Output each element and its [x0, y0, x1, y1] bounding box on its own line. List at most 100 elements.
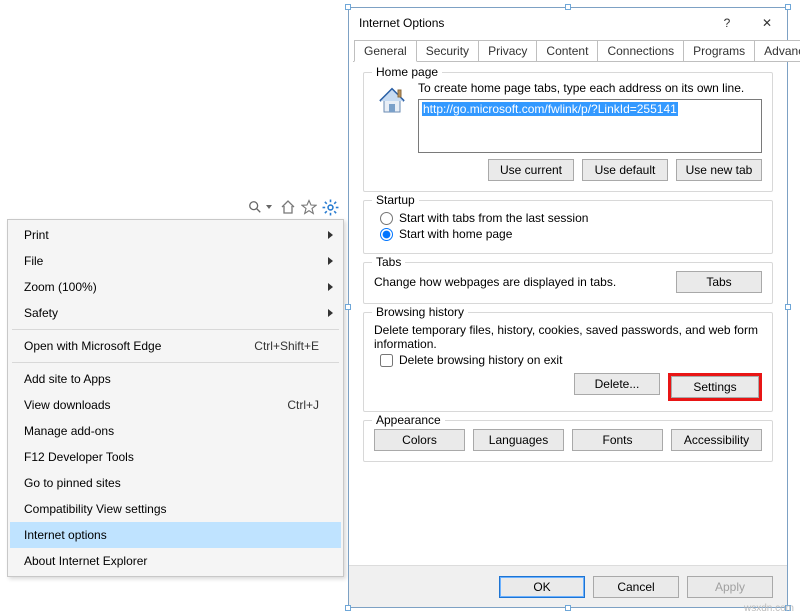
- menu-item-label: Zoom (100%): [24, 280, 319, 294]
- tools-context-menu: Print File Zoom (100%) Safety Open with Micr…: [7, 219, 344, 577]
- delete-on-exit-checkbox[interactable]: Delete browsing history on exit: [374, 353, 762, 367]
- menu-item-label: Safety: [24, 306, 319, 320]
- apply-button[interactable]: Apply: [687, 576, 773, 598]
- tabs-text: Change how webpages are displayed in tab…: [374, 275, 666, 289]
- selection-handle: [345, 605, 351, 611]
- dialog-titlebar: Internet Options ? ✕: [349, 8, 787, 38]
- search-dropdown[interactable]: [242, 195, 276, 219]
- radio-label: Start with home page: [399, 227, 512, 241]
- home-icon[interactable]: [279, 198, 297, 216]
- menu-item[interactable]: Safety: [10, 300, 341, 326]
- checkbox-input[interactable]: [380, 354, 393, 367]
- menu-item-label: Add site to Apps: [24, 372, 319, 386]
- menu-item-label: Open with Microsoft Edge: [24, 339, 254, 353]
- homepage-url-value: http://go.microsoft.com/fwlink/p/?LinkId…: [422, 102, 678, 116]
- menu-item-label: Go to pinned sites: [24, 476, 319, 490]
- tab-security[interactable]: Security: [416, 40, 479, 62]
- menu-item[interactable]: Open with Microsoft EdgeCtrl+Shift+E: [10, 333, 341, 359]
- menu-item[interactable]: F12 Developer Tools: [10, 444, 341, 470]
- menu-item[interactable]: View downloadsCtrl+J: [10, 392, 341, 418]
- menu-item-label: View downloads: [24, 398, 287, 412]
- delete-button[interactable]: Delete...: [574, 373, 660, 395]
- group-label: Home page: [372, 65, 442, 79]
- gear-icon[interactable]: [321, 198, 339, 216]
- menu-item-label: F12 Developer Tools: [24, 450, 319, 464]
- menu-item[interactable]: Print: [10, 222, 341, 248]
- browser-toolbar: [199, 194, 339, 220]
- menu-separator: [12, 329, 339, 330]
- menu-item-label: Internet options: [24, 528, 319, 542]
- radio-label: Start with tabs from the last session: [399, 211, 588, 225]
- use-current-button[interactable]: Use current: [488, 159, 574, 181]
- selection-handle: [785, 4, 791, 10]
- group-startup: Startup Start with tabs from the last se…: [363, 200, 773, 254]
- startup-last-session-radio[interactable]: Start with tabs from the last session: [374, 211, 762, 225]
- cancel-button[interactable]: Cancel: [593, 576, 679, 598]
- dialog-tabs: GeneralSecurityPrivacyContentConnections…: [349, 40, 787, 62]
- homepage-url-input[interactable]: http://go.microsoft.com/fwlink/p/?LinkId…: [418, 99, 762, 153]
- fonts-button[interactable]: Fonts: [572, 429, 663, 451]
- help-button[interactable]: ?: [707, 8, 747, 38]
- tabs-button[interactable]: Tabs: [676, 271, 762, 293]
- settings-button-highlight: Settings: [668, 373, 762, 401]
- menu-item[interactable]: Add site to Apps: [10, 366, 341, 392]
- tab-programs[interactable]: Programs: [683, 40, 755, 62]
- menu-item-label: Compatibility View settings: [24, 502, 319, 516]
- selection-handle: [565, 605, 571, 611]
- menu-item[interactable]: File: [10, 248, 341, 274]
- history-text: Delete temporary files, history, cookies…: [374, 323, 762, 351]
- dialog-footer: OK Cancel Apply: [349, 565, 787, 607]
- menu-item-label: File: [24, 254, 319, 268]
- chevron-down-icon: [266, 205, 272, 209]
- selection-handle: [565, 4, 571, 10]
- menu-item-label: About Internet Explorer: [24, 554, 319, 568]
- menu-item[interactable]: Compatibility View settings: [10, 496, 341, 522]
- radio-input[interactable]: [380, 212, 393, 225]
- group-label: Appearance: [372, 413, 445, 427]
- menu-item[interactable]: Internet options: [10, 522, 341, 548]
- tab-privacy[interactable]: Privacy: [478, 40, 537, 62]
- dialog-body: Home page To create home page tabs, type…: [349, 62, 787, 565]
- menu-item[interactable]: Manage add-ons: [10, 418, 341, 444]
- selection-handle: [345, 304, 351, 310]
- accessibility-button[interactable]: Accessibility: [671, 429, 762, 451]
- menu-item-shortcut: Ctrl+Shift+E: [254, 339, 319, 353]
- ok-button[interactable]: OK: [499, 576, 585, 598]
- menu-item-label: Manage add-ons: [24, 424, 319, 438]
- languages-button[interactable]: Languages: [473, 429, 564, 451]
- startup-home-page-radio[interactable]: Start with home page: [374, 227, 762, 241]
- menu-item[interactable]: Zoom (100%): [10, 274, 341, 300]
- menu-item[interactable]: Go to pinned sites: [10, 470, 341, 496]
- close-button[interactable]: ✕: [747, 8, 787, 38]
- search-icon: [246, 198, 264, 216]
- home-large-icon: [374, 81, 410, 117]
- tab-content[interactable]: Content: [536, 40, 598, 62]
- dialog-title: Internet Options: [359, 16, 707, 30]
- tab-advanced[interactable]: Advanced: [754, 40, 800, 62]
- menu-item[interactable]: About Internet Explorer: [10, 548, 341, 574]
- group-browsing-history: Browsing history Delete temporary files,…: [363, 312, 773, 412]
- menu-item-shortcut: Ctrl+J: [287, 398, 319, 412]
- homepage-instruction: To create home page tabs, type each addr…: [418, 81, 762, 95]
- menu-item-label: Print: [24, 228, 319, 242]
- star-icon[interactable]: [300, 198, 318, 216]
- tab-general[interactable]: General: [354, 40, 417, 62]
- group-home-page: Home page To create home page tabs, type…: [363, 72, 773, 192]
- colors-button[interactable]: Colors: [374, 429, 465, 451]
- use-new-tab-button[interactable]: Use new tab: [676, 159, 762, 181]
- use-default-button[interactable]: Use default: [582, 159, 668, 181]
- menu-separator: [12, 362, 339, 363]
- watermark: wsxdn.com: [744, 603, 794, 614]
- selection-handle: [785, 304, 791, 310]
- internet-options-dialog: Internet Options ? ✕ GeneralSecurityPriv…: [348, 7, 788, 608]
- checkbox-label: Delete browsing history on exit: [399, 353, 562, 367]
- selection-handle: [345, 4, 351, 10]
- radio-input[interactable]: [380, 228, 393, 241]
- group-label: Startup: [372, 193, 419, 207]
- group-label: Tabs: [372, 255, 405, 269]
- history-settings-button[interactable]: Settings: [671, 376, 759, 398]
- group-label: Browsing history: [372, 305, 468, 319]
- group-appearance: Appearance Colors Languages Fonts Access…: [363, 420, 773, 462]
- group-tabs: Tabs Change how webpages are displayed i…: [363, 262, 773, 304]
- tab-connections[interactable]: Connections: [597, 40, 684, 62]
